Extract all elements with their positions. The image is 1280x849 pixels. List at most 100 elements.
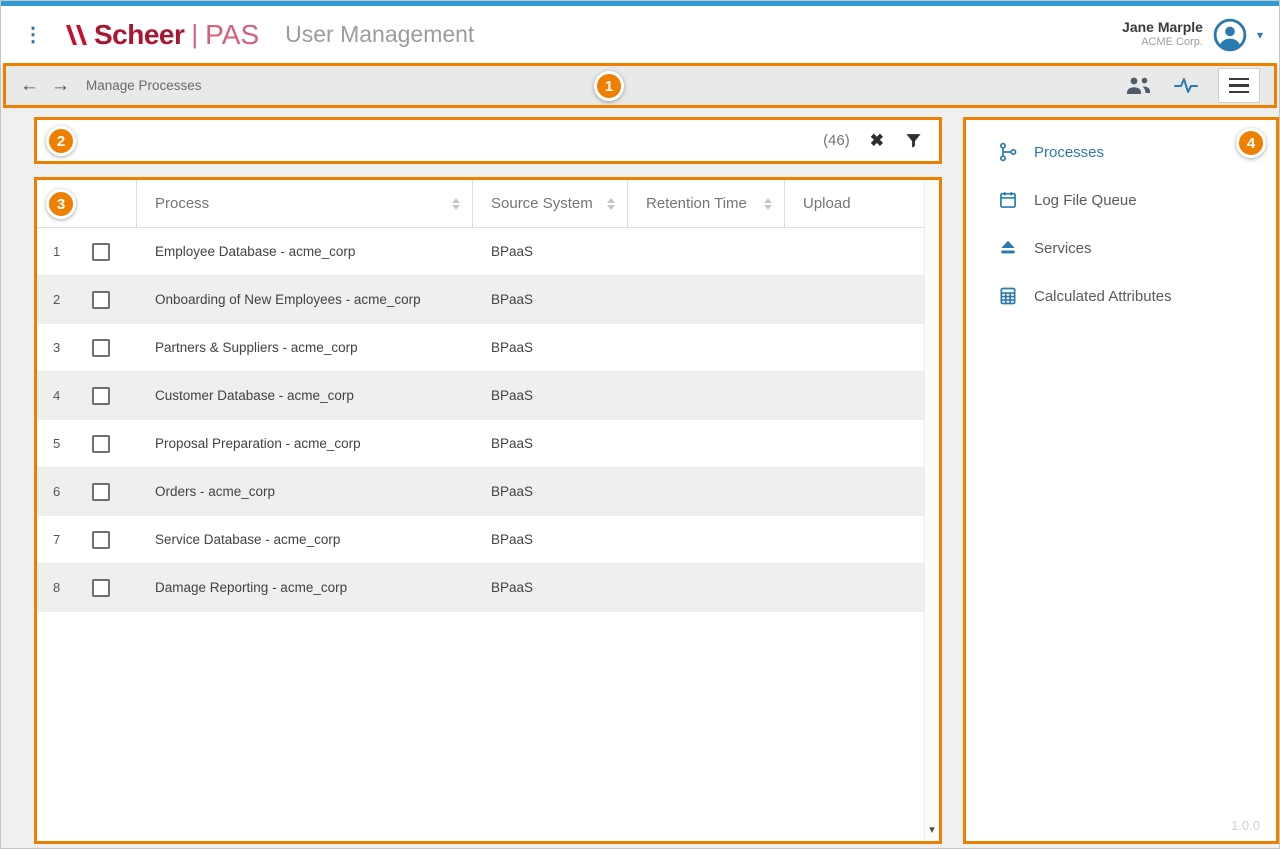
filter-bar[interactable]: (46) ✖: [34, 117, 942, 164]
annotation-badge-1: 1: [594, 71, 624, 101]
scheer-logo-mark: [65, 23, 87, 47]
brand-suffix: PAS: [205, 19, 259, 51]
sidebar-item-label: Services: [1034, 240, 1092, 257]
context-sidebar: Processes Log File Queue Services: [963, 117, 1279, 844]
process-cell: Partners & Suppliers - acme_corp: [137, 340, 473, 355]
chevron-down-icon[interactable]: ▾: [1257, 28, 1263, 42]
sidebar-item-calculated-attributes[interactable]: Calculated Attributes: [966, 272, 1276, 320]
calculated-attributes-icon: [998, 286, 1018, 306]
source-system-cell: BPaaS: [473, 532, 628, 547]
clear-filter-icon[interactable]: ✖: [870, 131, 884, 151]
row-checkbox[interactable]: [92, 531, 110, 549]
process-table-panel: Process Source System Retention Time Upl…: [34, 177, 942, 844]
row-checkbox[interactable]: [92, 435, 110, 453]
process-cell: Damage Reporting - acme_corp: [137, 580, 473, 595]
source-system-cell: BPaaS: [473, 388, 628, 403]
row-checkbox[interactable]: [92, 483, 110, 501]
user-info: Jane Marple ACME Corp.: [1122, 19, 1203, 50]
column-header-source-system[interactable]: Source System: [473, 180, 628, 227]
user-name: Jane Marple: [1122, 19, 1203, 37]
services-icon: [998, 238, 1018, 258]
table-header-row: Process Source System Retention Time Upl…: [37, 180, 924, 228]
forward-arrow-icon[interactable]: →: [51, 75, 70, 97]
annotation-badge-3: 3: [46, 189, 76, 219]
kebab-menu-icon[interactable]: ⋮: [23, 22, 43, 47]
users-group-icon[interactable]: [1125, 76, 1152, 95]
app-header: ⋮ Scheer | PAS User Management Jane Marp…: [1, 6, 1279, 63]
column-label: Source System: [491, 195, 593, 212]
version-label: 1.0.0: [1231, 818, 1260, 833]
user-organization: ACME Corp.: [1122, 36, 1203, 50]
row-number: 1: [53, 244, 60, 259]
row-number: 8: [53, 580, 60, 595]
hamburger-menu-button[interactable]: [1218, 68, 1260, 103]
source-system-cell: BPaaS: [473, 436, 628, 451]
sidebar-item-services[interactable]: Services: [966, 224, 1276, 272]
activity-pulse-icon[interactable]: [1174, 77, 1198, 94]
row-checkbox[interactable]: [92, 387, 110, 405]
account-avatar-icon[interactable]: [1213, 18, 1247, 52]
back-arrow-icon[interactable]: ←: [20, 75, 39, 97]
process-cell: Employee Database - acme_corp: [137, 244, 473, 259]
table-row[interactable]: 4 Customer Database - acme_corp BPaaS: [37, 372, 924, 420]
processes-icon: [998, 142, 1018, 162]
row-checkbox[interactable]: [92, 339, 110, 357]
log-file-queue-icon: [998, 190, 1018, 210]
column-header-process[interactable]: Process: [137, 180, 473, 227]
source-system-cell: BPaaS: [473, 244, 628, 259]
source-system-cell: BPaaS: [473, 292, 628, 307]
filter-funnel-icon[interactable]: [904, 131, 923, 150]
brand-name: Scheer: [94, 19, 184, 51]
process-cell: Orders - acme_corp: [137, 484, 473, 499]
row-number: 7: [53, 532, 60, 547]
sort-icon[interactable]: [452, 198, 460, 210]
row-number: 2: [53, 292, 60, 307]
brand-separator: |: [191, 19, 198, 50]
user-menu[interactable]: Jane Marple ACME Corp. ▾: [1122, 18, 1263, 52]
table-scrollbar[interactable]: ▾: [924, 180, 939, 841]
app-window: ⋮ Scheer | PAS User Management Jane Marp…: [0, 0, 1280, 849]
table-row[interactable]: 1 Employee Database - acme_corp BPaaS: [37, 228, 924, 276]
sort-icon[interactable]: [764, 198, 772, 210]
toolbar: ← → Manage Processes: [3, 63, 1277, 108]
sidebar-item-label: Calculated Attributes: [1034, 288, 1172, 305]
sidebar-item-processes[interactable]: Processes: [966, 128, 1276, 176]
process-cell: Proposal Preparation - acme_corp: [137, 436, 473, 451]
scroll-down-icon[interactable]: ▾: [925, 823, 939, 836]
table-row[interactable]: 7 Service Database - acme_corp BPaaS: [37, 516, 924, 564]
brand-logo: Scheer | PAS: [65, 19, 259, 51]
page-title: User Management: [285, 21, 474, 48]
table-row[interactable]: 6 Orders - acme_corp BPaaS: [37, 468, 924, 516]
column-label: Process: [155, 195, 209, 212]
sidebar-item-label: Log File Queue: [1034, 192, 1137, 209]
row-number: 5: [53, 436, 60, 451]
column-label: Upload: [803, 195, 851, 212]
source-system-cell: BPaaS: [473, 340, 628, 355]
column-header-upload: Upload: [785, 180, 924, 227]
table-row[interactable]: 5 Proposal Preparation - acme_corp BPaaS: [37, 420, 924, 468]
process-cell: Customer Database - acme_corp: [137, 388, 473, 403]
table-row[interactable]: 2 Onboarding of New Employees - acme_cor…: [37, 276, 924, 324]
breadcrumb: Manage Processes: [86, 78, 202, 93]
sidebar-item-label: Processes: [1034, 144, 1104, 161]
table-row[interactable]: 3 Partners & Suppliers - acme_corp BPaaS: [37, 324, 924, 372]
source-system-cell: BPaaS: [473, 484, 628, 499]
sort-icon[interactable]: [607, 198, 615, 210]
row-number: 3: [53, 340, 60, 355]
row-number: 4: [53, 388, 60, 403]
process-cell: Onboarding of New Employees - acme_corp: [137, 292, 473, 307]
annotation-badge-4: 4: [1236, 128, 1266, 158]
annotation-badge-2: 2: [46, 126, 76, 156]
table-row[interactable]: 8 Damage Reporting - acme_corp BPaaS: [37, 564, 924, 612]
row-checkbox[interactable]: [92, 243, 110, 261]
result-count: (46): [823, 132, 850, 149]
process-table: Process Source System Retention Time Upl…: [37, 180, 924, 612]
row-checkbox[interactable]: [92, 291, 110, 309]
source-system-cell: BPaaS: [473, 580, 628, 595]
row-checkbox[interactable]: [92, 579, 110, 597]
column-label: Retention Time: [646, 195, 747, 212]
process-cell: Service Database - acme_corp: [137, 532, 473, 547]
row-number: 6: [53, 484, 60, 499]
sidebar-item-log-file-queue[interactable]: Log File Queue: [966, 176, 1276, 224]
column-header-retention-time[interactable]: Retention Time: [628, 180, 785, 227]
